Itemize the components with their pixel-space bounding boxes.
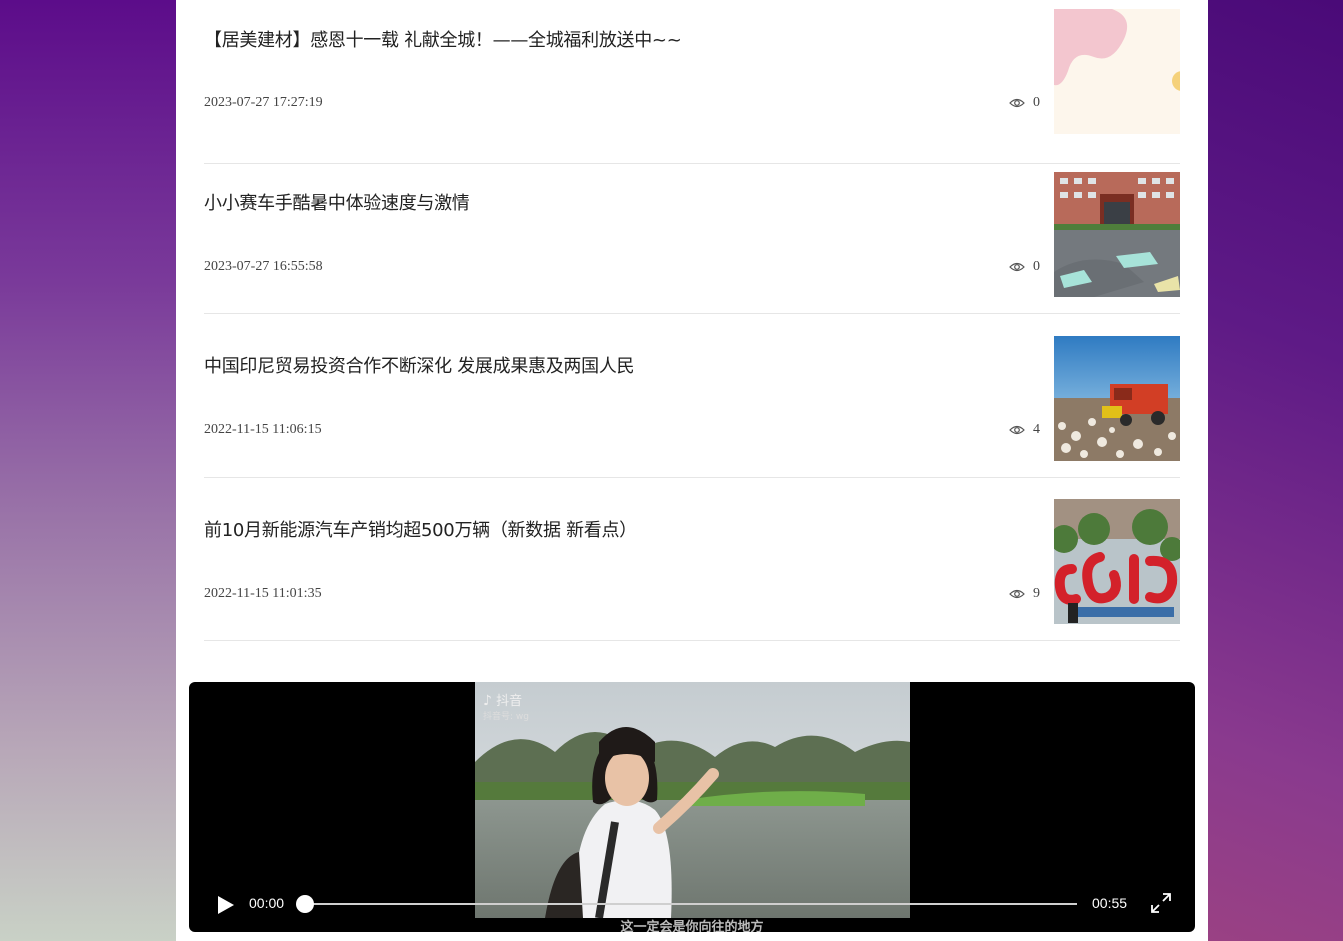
duration: 00:55 [1092,895,1128,911]
building-track-image[interactable] [1054,172,1180,297]
video-player[interactable]: ♪ 抖音 抖音号: wg 00:00 00:55 这一定会是你向往的地方 [189,682,1195,932]
video-subtitle: 这一定会是你向往的地方 [620,920,764,932]
eye-icon [1009,589,1025,599]
news-item[interactable]: 【居美建材】感恩十一载 礼献全城！——全城福利放送中~~ 2023-07-27 … [204,0,1180,164]
balloon-letters-image[interactable] [1054,499,1180,624]
eye-icon [1009,98,1025,108]
view-count-value: 4 [1033,422,1040,437]
view-count: 0 [1009,259,1040,275]
content-panel: 【居美建材】感恩十一载 礼献全城！——全城福利放送中~~ 2023-07-27 … [176,0,1208,941]
news-item[interactable]: 前10月新能源汽车产销均超500万辆（新数据 新看点） 2022-11-15 1… [204,477,1180,641]
view-count: 9 [1009,586,1040,602]
news-date: 2023-07-27 16:55:58 [204,259,323,274]
tiktok-icon: ♪ [483,693,492,709]
tiktok-watermark: ♪ 抖音 抖音号: wg [483,693,529,722]
view-count-value: 9 [1033,586,1040,601]
eye-icon [1009,262,1025,272]
news-date: 2022-11-15 11:06:15 [204,422,322,437]
page-background [0,0,180,941]
view-count: 4 [1009,422,1040,438]
news-date: 2023-07-27 17:27:19 [204,95,323,110]
abstract-pink-image[interactable] [1054,9,1180,134]
current-time: 00:00 [249,895,285,911]
progress-bar[interactable] [305,903,1077,905]
progress-handle[interactable] [296,895,314,913]
news-title[interactable]: 中国印尼贸易投资合作不断深化 发展成果惠及两国人民 [204,352,635,378]
view-count: 0 [1009,95,1040,111]
news-title[interactable]: 前10月新能源汽车产销均超500万辆（新数据 新看点） [204,516,637,542]
news-date: 2022-11-15 11:01:35 [204,586,322,601]
fullscreen-icon[interactable] [1150,892,1172,914]
play-icon[interactable] [217,896,235,914]
eye-icon [1009,425,1025,435]
news-item[interactable]: 小小赛车手酷暑中体验速度与激情 2023-07-27 16:55:58 0 [204,150,1180,314]
news-title[interactable]: 【居美建材】感恩十一载 礼献全城！——全城福利放送中~~ [204,26,682,52]
news-item[interactable]: 中国印尼贸易投资合作不断深化 发展成果惠及两国人民 2022-11-15 11:… [204,313,1180,478]
news-title[interactable]: 小小赛车手酷暑中体验速度与激情 [204,189,470,215]
view-count-value: 0 [1033,95,1040,110]
view-count-value: 0 [1033,259,1040,274]
cotton-harvester-image[interactable] [1054,336,1180,461]
